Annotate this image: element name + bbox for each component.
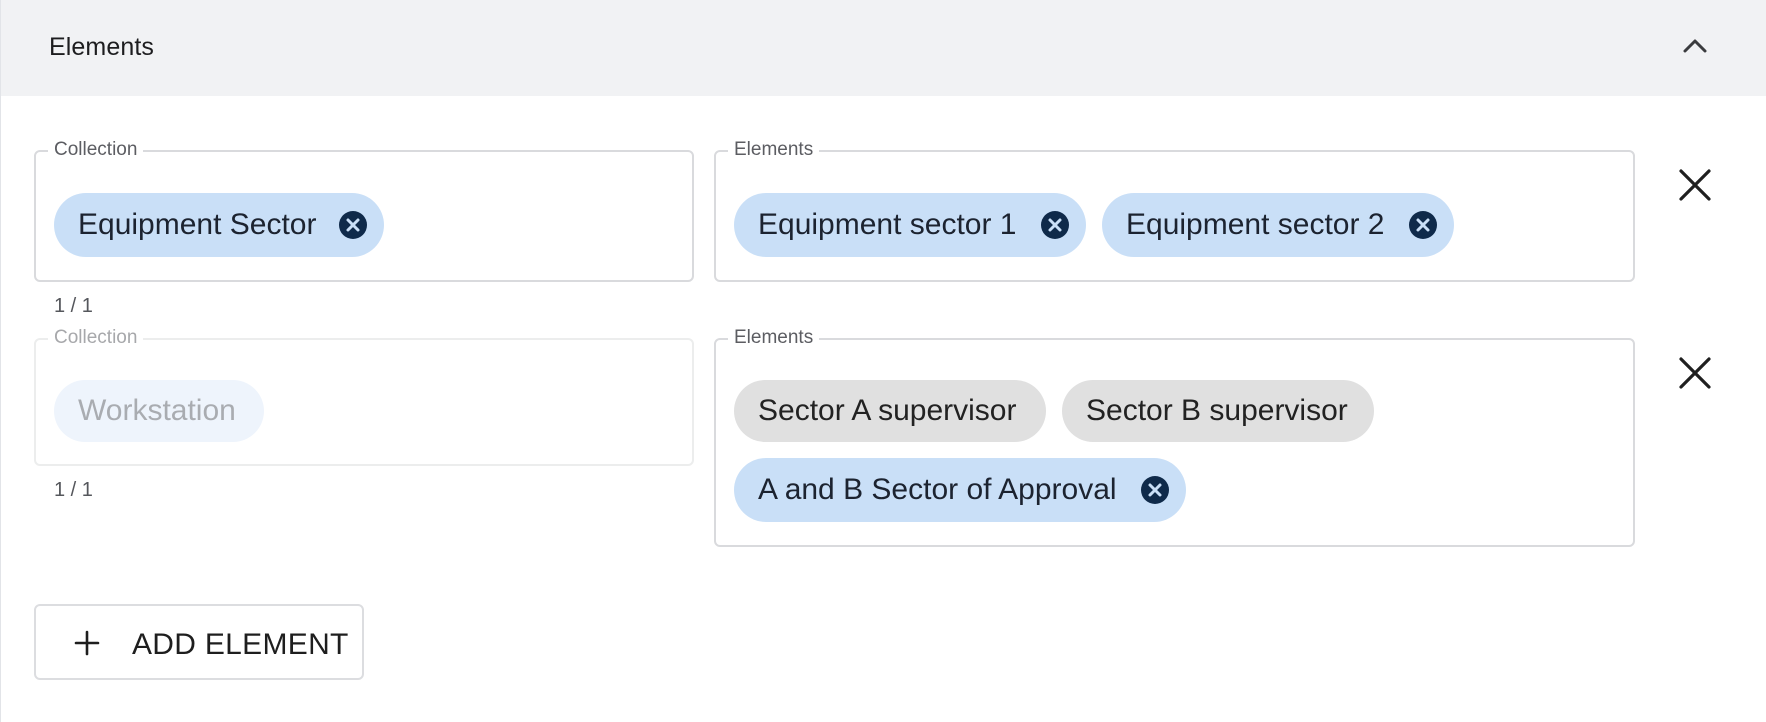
remove-chip-icon[interactable]: [1408, 210, 1438, 240]
chip-label: A and B Sector of Approval: [758, 473, 1117, 506]
collection-field-label: Collection: [48, 326, 144, 350]
element-chip[interactable]: Equipment sector 1: [734, 193, 1086, 257]
add-element-button[interactable]: ADD ELEMENT: [34, 604, 364, 680]
element-chip-locked: Sector A supervisor: [734, 380, 1046, 442]
elements-panel: Elements Collection Equipment Sector 1 /…: [0, 0, 1766, 722]
remove-chip-icon[interactable]: [338, 210, 368, 240]
elements-field[interactable]: Elements Sector A supervisor Sector B su…: [714, 326, 1635, 547]
collection-counter: 1 / 1: [54, 479, 93, 501]
remove-row-button[interactable]: [1675, 353, 1715, 393]
element-chip[interactable]: Equipment sector 2: [1102, 193, 1454, 257]
panel-title: Elements: [49, 33, 155, 61]
collection-field[interactable]: Collection Equipment Sector: [34, 138, 694, 282]
plus-icon: [74, 630, 100, 656]
element-chip-locked: Sector B supervisor: [1062, 380, 1374, 442]
chip-label: Equipment sector 2: [1126, 208, 1385, 241]
chip-label: Sector A supervisor: [758, 394, 1017, 427]
elements-field-label: Elements: [728, 326, 820, 350]
collection-field: Collection Workstation: [34, 326, 694, 466]
chip-label: Equipment sector 1: [758, 208, 1017, 241]
collection-chip[interactable]: Equipment Sector: [54, 193, 384, 257]
panel-header[interactable]: Elements: [1, 0, 1766, 96]
element-chip[interactable]: A and B Sector of Approval: [734, 458, 1186, 522]
remove-chip-icon[interactable]: [1040, 210, 1070, 240]
elements-field-label: Elements: [728, 138, 820, 162]
add-element-label: ADD ELEMENT: [132, 628, 349, 661]
collection-field-label: Collection: [48, 138, 144, 162]
chip-label: Equipment Sector: [78, 208, 317, 241]
collection-chip: Workstation: [54, 380, 264, 442]
elements-field[interactable]: Elements Equipment sector 1 Equipment se…: [714, 138, 1635, 282]
chip-label: Workstation: [78, 394, 236, 427]
collection-counter: 1 / 1: [54, 295, 93, 317]
chevron-up-icon[interactable]: [1677, 28, 1713, 64]
chip-label: Sector B supervisor: [1086, 394, 1348, 427]
remove-row-button[interactable]: [1675, 165, 1715, 205]
remove-chip-icon[interactable]: [1140, 475, 1170, 505]
